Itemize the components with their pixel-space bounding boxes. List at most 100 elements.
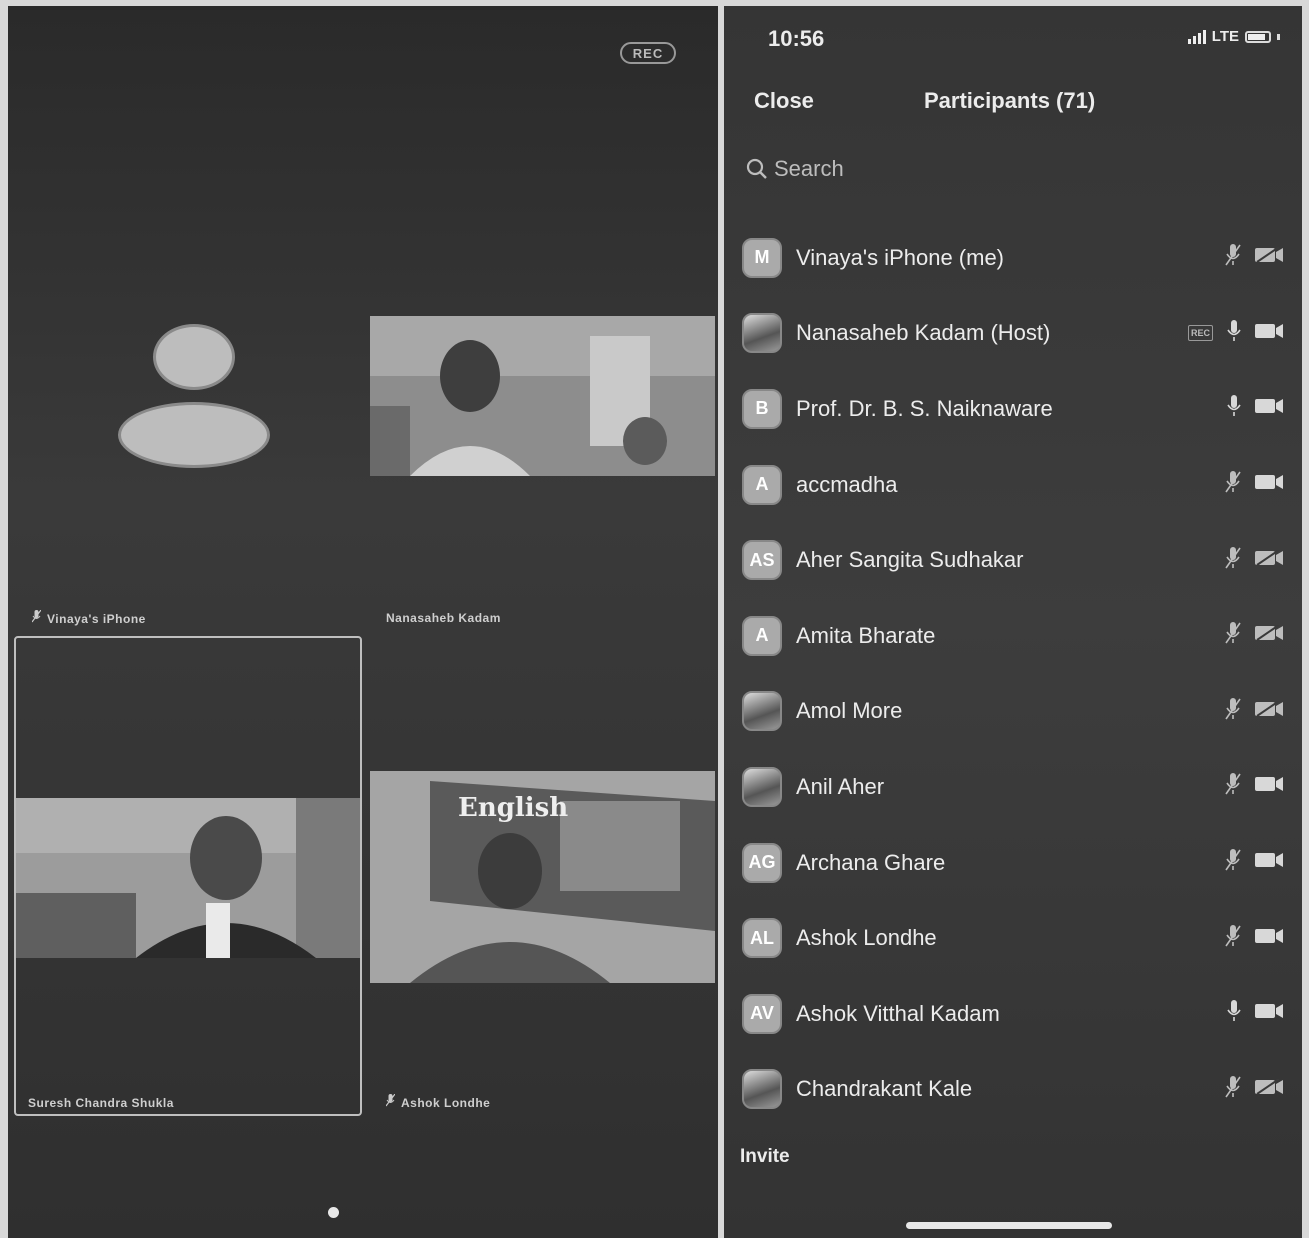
participant-row[interactable]: AV Ashok Vitthal Kadam <box>742 976 1287 1052</box>
video-camera-off-icon <box>1255 624 1283 646</box>
battery-tip <box>1277 33 1280 40</box>
page-indicator-dot[interactable] <box>328 1207 339 1218</box>
microphone-muted-icon <box>1225 924 1241 952</box>
microphone-muted-icon <box>1225 546 1241 574</box>
home-indicator[interactable] <box>906 1222 1112 1229</box>
tile-label: Nanasaheb Kadam <box>386 611 501 625</box>
participant-status-icons <box>1225 622 1283 649</box>
participant-avatar: A <box>742 464 782 505</box>
participant-status-icons <box>1225 1075 1283 1103</box>
microphone-muted-icon <box>1225 849 1241 876</box>
participant-avatar <box>742 313 782 354</box>
status-bar-indicators: LTE <box>1187 28 1280 45</box>
microphone-muted-icon <box>386 1094 395 1107</box>
microphone-icon <box>1227 319 1241 347</box>
participant-name: Vinaya's iPhone (me) <box>796 244 1005 270</box>
participant-name: Prof. Dr. B. S. Naiknaware <box>796 395 1053 421</box>
video-camera-off-icon <box>1255 246 1283 268</box>
participant-status-icons <box>1225 697 1283 725</box>
participant-name: Ashok Londhe <box>796 925 937 951</box>
avatar-body-icon <box>118 402 270 468</box>
participant-avatar <box>742 1069 782 1110</box>
participants-list: M Vinaya's iPhone (me) Nanasaheb Kadam (Ho… <box>742 220 1287 1127</box>
participant-status-icons <box>1225 773 1283 800</box>
participant-avatar: AG <box>742 842 782 883</box>
microphone-muted-icon <box>32 610 41 623</box>
participant-name: Anil Aher <box>796 773 885 799</box>
participant-row[interactable]: AL Ashok Londhe <box>742 900 1287 976</box>
video-camera-off-icon <box>1255 1078 1283 1100</box>
participant-row[interactable]: Aaccmadha <box>742 447 1287 523</box>
microphone-muted-icon <box>1225 622 1241 649</box>
participant-row[interactable]: Amol More <box>742 674 1287 750</box>
microphone-muted-icon <box>1225 244 1241 271</box>
participant-status-icons <box>1225 924 1283 952</box>
participant-status-icons: REC <box>1187 319 1283 347</box>
video-camera-icon <box>1255 398 1283 419</box>
participant-status-icons <box>1225 471 1283 498</box>
video-nanasaheb-kadam[interactable] <box>370 316 715 476</box>
video-gallery: REC Vinaya's iPhone Nanasaheb Kadam Sure… <box>8 6 718 1238</box>
participant-avatar: A <box>742 615 782 656</box>
video-camera-icon <box>1255 474 1283 495</box>
participant-avatar: AL <box>742 918 782 959</box>
video-frame-image <box>370 316 715 476</box>
participant-row[interactable]: Chandrakant Kale <box>742 1052 1287 1128</box>
participant-status-icons <box>1225 849 1283 876</box>
participant-name: Amita Bharate <box>796 622 936 648</box>
video-camera-icon <box>1255 323 1283 344</box>
participant-row[interactable]: M Vinaya's iPhone (me) <box>742 220 1287 296</box>
microphone-muted-icon <box>1225 471 1241 498</box>
avatar-head-icon <box>153 324 235 390</box>
video-camera-off-icon <box>1255 548 1283 571</box>
participant-name: Amol More <box>796 698 903 724</box>
video-camera-off-icon <box>1255 700 1283 722</box>
recording-badge: REC <box>620 42 676 64</box>
search-field[interactable]: Search <box>746 156 844 182</box>
microphone-muted-icon <box>1225 1075 1241 1103</box>
battery-icon <box>1245 30 1271 43</box>
network-type: LTE <box>1211 28 1239 45</box>
participant-name: Chandrakant Kale <box>796 1076 973 1102</box>
status-bar-time: 10:56 <box>768 26 825 51</box>
participant-row[interactable]: AG Archana Ghare <box>742 825 1287 901</box>
microphone-muted-icon <box>1225 773 1241 800</box>
search-icon <box>746 158 767 179</box>
participant-avatar: AS <box>742 540 782 581</box>
video-camera-icon <box>1255 928 1283 949</box>
participant-avatar: M <box>742 237 782 278</box>
video-frame-image <box>16 798 360 958</box>
participant-avatar <box>742 766 782 807</box>
participant-row[interactable]: B Prof. Dr. B. S. Naiknaware <box>742 371 1287 447</box>
participant-status-icons <box>1225 244 1283 271</box>
search-placeholder: Search <box>774 156 844 181</box>
video-overlay-text: English <box>458 793 569 823</box>
microphone-icon <box>1227 395 1241 422</box>
participant-avatar <box>742 691 782 732</box>
video-camera-icon <box>1255 776 1283 797</box>
tile-label: Ashok Londhe <box>386 1094 490 1110</box>
participant-row[interactable]: Nanasaheb Kadam (Host) REC <box>742 296 1287 372</box>
tile-vinaya-iphone[interactable]: Vinaya's iPhone <box>8 306 363 626</box>
participant-name: Ashok Vitthal Kadam <box>796 1000 1000 1026</box>
invite-button[interactable]: Invite <box>740 1146 790 1168</box>
participant-name: Archana Ghare <box>796 849 946 875</box>
participant-row[interactable]: Anil Aher <box>742 749 1287 825</box>
microphone-icon <box>1227 1000 1241 1027</box>
video-ashok-londhe[interactable]: English <box>370 771 715 983</box>
microphone-muted-icon <box>1225 697 1241 725</box>
participant-status-icons <box>1225 546 1283 574</box>
participant-status-icons <box>1227 1000 1283 1027</box>
participant-name: Nanasaheb Kadam (Host) <box>796 320 1051 346</box>
participant-name: Aher Sangita Sudhakar <box>796 547 1024 573</box>
participants-panel: 10:56 LTE Close Participants (71) Search… <box>724 6 1302 1238</box>
participant-avatar: B <box>742 388 782 429</box>
video-camera-icon <box>1255 1003 1283 1024</box>
participant-row[interactable]: A Amita Bharate <box>742 598 1287 674</box>
cellular-signal-icon <box>1187 29 1206 44</box>
close-button[interactable]: Close <box>754 88 814 114</box>
tile-label: Suresh Chandra Shukla <box>28 1096 174 1110</box>
video-suresh-chandra-shukla[interactable] <box>16 798 360 958</box>
participant-row[interactable]: AS Aher Sangita Sudhakar <box>742 522 1287 598</box>
participant-name: accmadha <box>796 471 898 497</box>
